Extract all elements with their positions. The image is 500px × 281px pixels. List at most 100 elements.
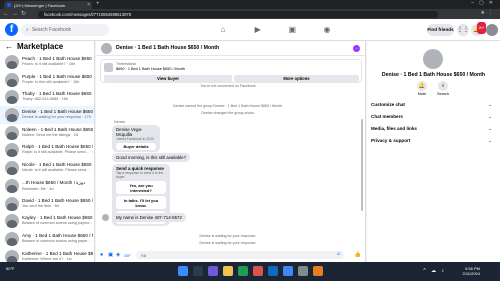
message-area: You're not connected on Facebook Denise … <box>96 84 360 248</box>
thread-avatar <box>5 249 19 262</box>
chat-options-icon[interactable]: ⋯ <box>353 45 360 52</box>
thread-item[interactable]: Nicole · 1 Bed 1 Bath House $650 / M...N… <box>0 159 94 177</box>
thread-preview: Beware of common scams using payme... · … <box>22 221 93 226</box>
task-view-icon[interactable] <box>207 266 218 276</box>
thread-name: Amy · 1 Bed 1 Bath House $650 / Mon... <box>22 232 93 238</box>
thread-name: Denise · 1 Bed 1 Bath House $650 / M... <box>22 109 93 115</box>
browser-toolbar-icons[interactable]: ★⋮ <box>481 10 496 16</box>
find-friends-button[interactable]: Find friends <box>427 24 454 36</box>
app-icon[interactable] <box>297 266 308 276</box>
app-icon[interactable] <box>237 266 248 276</box>
back-arrow-icon[interactable]: ← <box>5 42 13 51</box>
chat-title[interactable]: Denise · 1 Bed 1 Bath House $650 / Month <box>116 45 219 51</box>
sticker-icon[interactable]: ◈ <box>116 252 120 258</box>
windows-taskbar: 50°F ^ ☁ ♪ 9:36 PM 2/11/2024 <box>0 262 500 281</box>
app-icon[interactable] <box>312 266 323 276</box>
menu-grid-icon[interactable]: ⋮⋮ <box>457 24 469 36</box>
thread-item[interactable]: Kayley · 1 Bed 1 Bath House $650 / M...B… <box>0 212 94 230</box>
thread-preview: Purple: Is this still available? · 16h <box>22 79 80 84</box>
thread-item[interactable]: Noleen · 1 Bed 1 Bath House $650 / M...N… <box>0 124 94 142</box>
chat-header: Denise · 1 Bed 1 Bath House $650 / Month… <box>96 41 366 56</box>
chat-scrollbar[interactable] <box>361 119 363 211</box>
marketplace-icon[interactable]: ▣ <box>284 22 300 38</box>
more-options-button[interactable]: More options <box>234 75 359 82</box>
threads: Peach · 1 Bed 1 Bath House $650 / M...Pe… <box>0 53 94 262</box>
address-bar[interactable]: facebook.com/messages/t/7710854598613978 <box>38 10 438 18</box>
like-icon[interactable]: 👍 <box>354 252 361 258</box>
chevron-down-icon: ⌄ <box>488 126 492 131</box>
listing-seller: Thebestdeal <box>116 62 136 66</box>
buyer-details-button[interactable]: Buyer details <box>116 143 156 150</box>
privacy-support-section[interactable]: Privacy & support ⌄ <box>371 138 496 143</box>
customize-chat-section[interactable]: Customize chat ⌄ <box>371 102 496 107</box>
marketplace-thread-list: ← Marketplace Peach · 1 Bed 1 Bath House … <box>0 41 95 262</box>
app-icon[interactable] <box>252 266 263 276</box>
quick-reply-yes[interactable]: Yes, are you interested? <box>116 181 166 194</box>
profile-avatar[interactable] <box>486 24 498 36</box>
thread-item[interactable]: David · 1 Bed 1 Bath House $650 / M...Yo… <box>0 195 94 213</box>
section-label: Media, files and links <box>371 126 417 131</box>
mute-button[interactable]: 🔔 Mute <box>412 81 432 96</box>
thread-avatar <box>5 108 19 123</box>
system-tray-icons[interactable]: ^ ☁ ♪ <box>423 268 446 274</box>
listing-price[interactable]: $650 · 1 Bed 1 Bath House $650 / Month <box>116 67 185 71</box>
tab-title: (20+) Messenger | Facebook <box>14 3 66 8</box>
thread-name: Ralph · 1 Bed 1 Bath House $650 / Mo... <box>22 144 93 150</box>
thread-item[interactable]: Katherine · 1 Bed 1 Bath House $650 /...… <box>0 248 94 262</box>
start-icon[interactable] <box>177 266 188 276</box>
quick-response-subtitle: Tap a response to send it to the buyer. <box>116 171 164 179</box>
home-icon[interactable]: ⌂ <box>215 22 231 38</box>
thread-item[interactable]: ...th House $650 / Month ! دوزة Reminder:… <box>0 177 94 195</box>
mute-label: Mute <box>417 92 427 96</box>
chevron-down-icon: ⌄ <box>488 114 492 119</box>
thread-item[interactable]: Thaby · 1 Bed 1 Bath House $650 / M...Th… <box>0 88 94 106</box>
file-explorer-icon[interactable] <box>222 266 233 276</box>
search-conversation-button[interactable]: ⌕ Search <box>433 81 453 96</box>
chrome-icon[interactable] <box>282 266 293 276</box>
search-icon: ⌕ <box>438 81 448 91</box>
listing-thumbnail[interactable] <box>104 63 113 72</box>
facebook-logo[interactable]: f <box>5 23 18 36</box>
new-tab-button[interactable]: + <box>96 1 100 7</box>
thread-item[interactable]: Purple · 1 Bed 1 Bath House $650 / M...P… <box>0 71 94 89</box>
gif-icon[interactable]: GIF <box>124 253 131 258</box>
thread-name: David · 1 Bed 1 Bath House $650 / M... <box>22 197 93 203</box>
buyer-joined: Joined Facebook in 2020 <box>116 137 154 141</box>
sender-avatar <box>102 214 109 221</box>
thread-avatar <box>5 90 19 105</box>
search-input[interactable]: ⌕ Search Facebook <box>21 24 109 36</box>
thread-item[interactable]: Ralph · 1 Bed 1 Bath House $650 / Mo...R… <box>0 141 94 159</box>
video-icon[interactable]: ▶ <box>250 22 266 38</box>
view-buyer-button[interactable]: View buyer <box>104 75 232 82</box>
mic-icon[interactable]: ● <box>100 252 103 258</box>
quick-reply-in-talks[interactable]: In talks. I'll let you know. <box>116 196 166 209</box>
nav-buttons[interactable]: ←→↻ <box>3 10 29 17</box>
thread-item[interactable]: Amy · 1 Bed 1 Bath House $650 / Mon...Be… <box>0 230 94 248</box>
notifications-bell-icon[interactable]: 🔔 20+ <box>471 22 486 36</box>
search-taskbar-icon[interactable] <box>192 266 203 276</box>
edge-icon[interactable] <box>267 266 278 276</box>
chat-members-section[interactable]: Chat members ⌄ <box>371 114 496 119</box>
media-files-section[interactable]: Media, files and links ⌄ <box>371 126 496 131</box>
buyer-name[interactable]: Denise Vega-Mcquilla <box>116 127 156 137</box>
message-input[interactable]: Aa <box>136 251 344 259</box>
conversation-info-panel: Denise · 1 Bed 1 Bath House $650 / Month… <box>367 41 500 262</box>
browser-tab[interactable]: (20+) Messenger | Facebook × <box>4 1 92 9</box>
window-controls[interactable]: –▢✕ <box>471 0 498 6</box>
clock[interactable]: 9:36 PM 2/11/2024 <box>463 266 481 276</box>
thread-item[interactable]: Denise · 1 Bed 1 Bath House $650 / M...D… <box>0 106 94 124</box>
image-icon[interactable]: ▣ <box>108 252 113 258</box>
thread-name: Kayley · 1 Bed 1 Bath House $650 / M... <box>22 215 93 221</box>
thread-preview: Peach: Is it still available? · 16h <box>22 62 76 66</box>
conversation-name: Denise · 1 Bed 1 Bath House $650 / Month <box>381 72 486 78</box>
gaming-icon[interactable]: ◉ <box>319 22 335 38</box>
thread-item[interactable]: Peach · 1 Bed 1 Bath House $650 / M...Pe… <box>0 53 94 71</box>
close-tab-icon[interactable]: × <box>87 2 90 8</box>
thread-avatar <box>5 72 19 87</box>
conversation-avatar[interactable] <box>423 49 443 69</box>
emoji-icon[interactable]: ☺ <box>336 251 341 257</box>
chat-avatar[interactable] <box>101 43 112 54</box>
panel-title: ← Marketplace <box>5 42 63 51</box>
section-label: Customize chat <box>371 102 405 107</box>
thread-preview: Denise is waiting for your response · 17… <box>22 115 91 120</box>
